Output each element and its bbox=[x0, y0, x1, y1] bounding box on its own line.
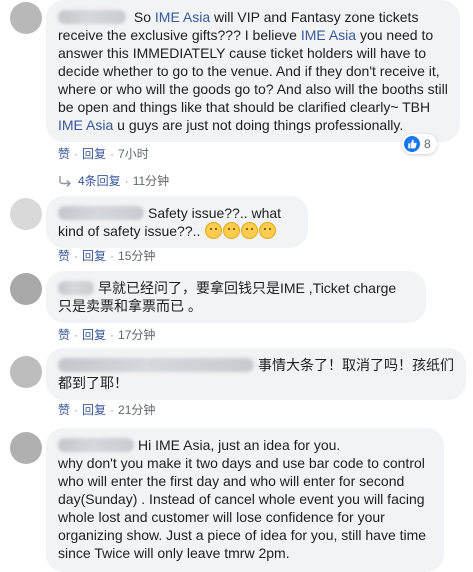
emoji-icon bbox=[223, 222, 241, 239]
separator: · bbox=[74, 328, 79, 342]
mention-link[interactable]: IME Asia bbox=[301, 27, 356, 43]
timestamp[interactable]: 21分钟 bbox=[118, 403, 155, 417]
reply-button[interactable]: 回复 bbox=[82, 147, 106, 161]
separator: · bbox=[110, 328, 115, 342]
avatar[interactable] bbox=[10, 273, 42, 305]
emoji-icon bbox=[259, 222, 277, 239]
comment-bubble: 早就已经问了，要拿回钱只是IME ,Ticket charge 只是卖票和拿票而… bbox=[46, 271, 426, 323]
timestamp[interactable]: 7小时 bbox=[118, 147, 149, 161]
comment-actions: 赞 · 回复 · 21分钟 bbox=[58, 401, 155, 418]
mention-link[interactable]: IME Asia bbox=[155, 9, 210, 25]
reply-button[interactable]: 回复 bbox=[82, 403, 106, 417]
timestamp[interactable]: 15分钟 bbox=[118, 249, 155, 263]
separator: · bbox=[110, 249, 115, 263]
comment-actions: 赞 · 回复 · 17分钟 bbox=[58, 326, 155, 343]
reply-button[interactable]: 回复 bbox=[82, 249, 106, 263]
comment-bubble: Hi IME Asia, just an idea for you. why d… bbox=[46, 428, 444, 572]
avatar[interactable] bbox=[10, 2, 42, 34]
comment-actions: 赞 · 回复 · 7小时 bbox=[58, 145, 149, 162]
reply-arrow-icon bbox=[59, 175, 71, 187]
comment-bubble: So IME Asia will VIP and Fantasy zone ti… bbox=[46, 0, 460, 142]
reaction-summary[interactable]: 8 bbox=[402, 134, 437, 154]
comment-actions: 赞 · 回复 · 15分钟 bbox=[58, 247, 155, 264]
reply-button[interactable]: 回复 bbox=[82, 328, 106, 342]
avatar[interactable] bbox=[10, 432, 42, 464]
mention-link[interactable]: IME Asia bbox=[58, 117, 113, 133]
comment-text: u guys are just not doing things profess… bbox=[113, 117, 404, 133]
commenter-name[interactable] bbox=[58, 281, 94, 295]
separator: · bbox=[124, 173, 129, 188]
like-icon bbox=[404, 136, 420, 152]
avatar[interactable] bbox=[10, 356, 42, 388]
like-button[interactable]: 赞 bbox=[58, 147, 70, 161]
view-replies-link[interactable]: 4条回复 · 11分钟 bbox=[58, 172, 169, 189]
like-button[interactable]: 赞 bbox=[58, 328, 70, 342]
separator: · bbox=[74, 403, 79, 417]
comment-text: Hi IME Asia, just an idea for you. bbox=[138, 437, 341, 453]
separator: · bbox=[74, 249, 79, 263]
commenter-name[interactable] bbox=[58, 206, 144, 220]
separator: · bbox=[110, 403, 115, 417]
replies-count[interactable]: 4条回复 bbox=[78, 172, 121, 189]
commenter-name[interactable] bbox=[58, 358, 254, 372]
comment-bubble: Safety issue??.. what kind of safety iss… bbox=[46, 196, 308, 248]
emoji-icon bbox=[205, 222, 223, 239]
like-button[interactable]: 赞 bbox=[58, 403, 70, 417]
comment-text: So bbox=[130, 9, 155, 25]
comment-bubble: 事情大条了！取消了吗！孩纸们都到了耶！ bbox=[46, 348, 466, 400]
commenter-name[interactable] bbox=[58, 10, 126, 24]
comment-text: 早就已经问了，要拿回钱只是IME ,Ticket charge 只是卖票和拿票而… bbox=[58, 280, 397, 314]
replies-time: 11分钟 bbox=[132, 174, 170, 188]
emoji-icon bbox=[241, 222, 259, 239]
separator: · bbox=[74, 147, 79, 161]
commenter-name[interactable] bbox=[58, 438, 134, 452]
separator: · bbox=[110, 147, 115, 161]
comment-text: why don't you make it two days and use b… bbox=[58, 455, 427, 561]
like-button[interactable]: 赞 bbox=[58, 249, 70, 263]
avatar[interactable] bbox=[10, 198, 42, 230]
timestamp[interactable]: 17分钟 bbox=[118, 328, 155, 342]
reaction-count: 8 bbox=[424, 137, 431, 151]
